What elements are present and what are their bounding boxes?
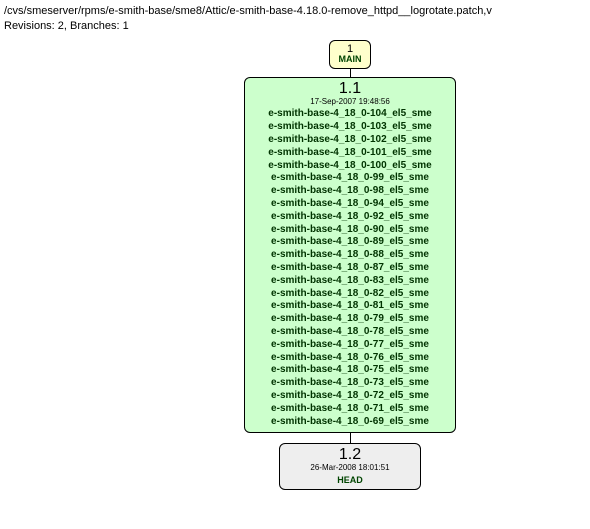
- repo-path: /cvs/smeserver/rpms/e-smith-base/sme8/At…: [4, 4, 586, 19]
- tag-label: e-smith-base-4_18_0-72_el5_sme: [249, 390, 451, 403]
- connector: [350, 69, 351, 77]
- tag-label: e-smith-base-4_18_0-102_el5_sme: [249, 134, 451, 147]
- tag-label: e-smith-base-4_18_0-101_el5_sme: [249, 147, 451, 160]
- tag-label: e-smith-base-4_18_0-87_el5_sme: [249, 262, 451, 275]
- revision-number: 1.2: [284, 447, 416, 463]
- connector: [350, 433, 351, 443]
- rev-stats: Revisions: 2, Branches: 1: [4, 19, 586, 34]
- tag-label: e-smith-base-4_18_0-82_el5_sme: [249, 288, 451, 301]
- tag-label: e-smith-base-4_18_0-99_el5_sme: [249, 172, 451, 185]
- revision-tags: e-smith-base-4_18_0-104_el5_smee-smith-b…: [249, 108, 451, 428]
- revision-node-1.2[interactable]: 1.2 26-Mar-2008 18:01:51 HEAD: [279, 443, 421, 490]
- tag-label: e-smith-base-4_18_0-81_el5_sme: [249, 300, 451, 313]
- revision-date: 26-Mar-2008 18:01:51: [284, 464, 416, 473]
- tag-label: e-smith-base-4_18_0-94_el5_sme: [249, 198, 451, 211]
- tag-label: e-smith-base-4_18_0-100_el5_sme: [249, 160, 451, 173]
- revision-node-1.1[interactable]: 1.1 17-Sep-2007 19:48:56 e-smith-base-4_…: [244, 77, 456, 434]
- revision-graph: 1 MAIN 1.1 17-Sep-2007 19:48:56 e-smith-…: [114, 40, 586, 491]
- tag-label: e-smith-base-4_18_0-78_el5_sme: [249, 326, 451, 339]
- revision-number: 1.1: [249, 81, 451, 97]
- tag-label: e-smith-base-4_18_0-92_el5_sme: [249, 211, 451, 224]
- branch-node-main[interactable]: 1 MAIN: [329, 40, 371, 69]
- tag-label: e-smith-base-4_18_0-88_el5_sme: [249, 249, 451, 262]
- revision-date: 17-Sep-2007 19:48:56: [249, 98, 451, 107]
- branch-number: 1: [330, 43, 370, 55]
- tag-label: e-smith-base-4_18_0-77_el5_sme: [249, 339, 451, 352]
- header: /cvs/smeserver/rpms/e-smith-base/sme8/At…: [4, 4, 586, 34]
- tag-label: e-smith-base-4_18_0-73_el5_sme: [249, 377, 451, 390]
- tag-label: e-smith-base-4_18_0-83_el5_sme: [249, 275, 451, 288]
- tag-label: e-smith-base-4_18_0-79_el5_sme: [249, 313, 451, 326]
- tag-label: e-smith-base-4_18_0-71_el5_sme: [249, 403, 451, 416]
- tag-label: e-smith-base-4_18_0-98_el5_sme: [249, 185, 451, 198]
- tag-label: e-smith-base-4_18_0-69_el5_sme: [249, 416, 451, 429]
- tag-label: e-smith-base-4_18_0-90_el5_sme: [249, 224, 451, 237]
- tag-label: e-smith-base-4_18_0-89_el5_sme: [249, 236, 451, 249]
- branch-name: MAIN: [330, 55, 370, 65]
- tag-label: e-smith-base-4_18_0-104_el5_sme: [249, 108, 451, 121]
- head-label: HEAD: [284, 475, 416, 485]
- tag-label: e-smith-base-4_18_0-76_el5_sme: [249, 352, 451, 365]
- tag-label: e-smith-base-4_18_0-75_el5_sme: [249, 364, 451, 377]
- tag-label: e-smith-base-4_18_0-103_el5_sme: [249, 121, 451, 134]
